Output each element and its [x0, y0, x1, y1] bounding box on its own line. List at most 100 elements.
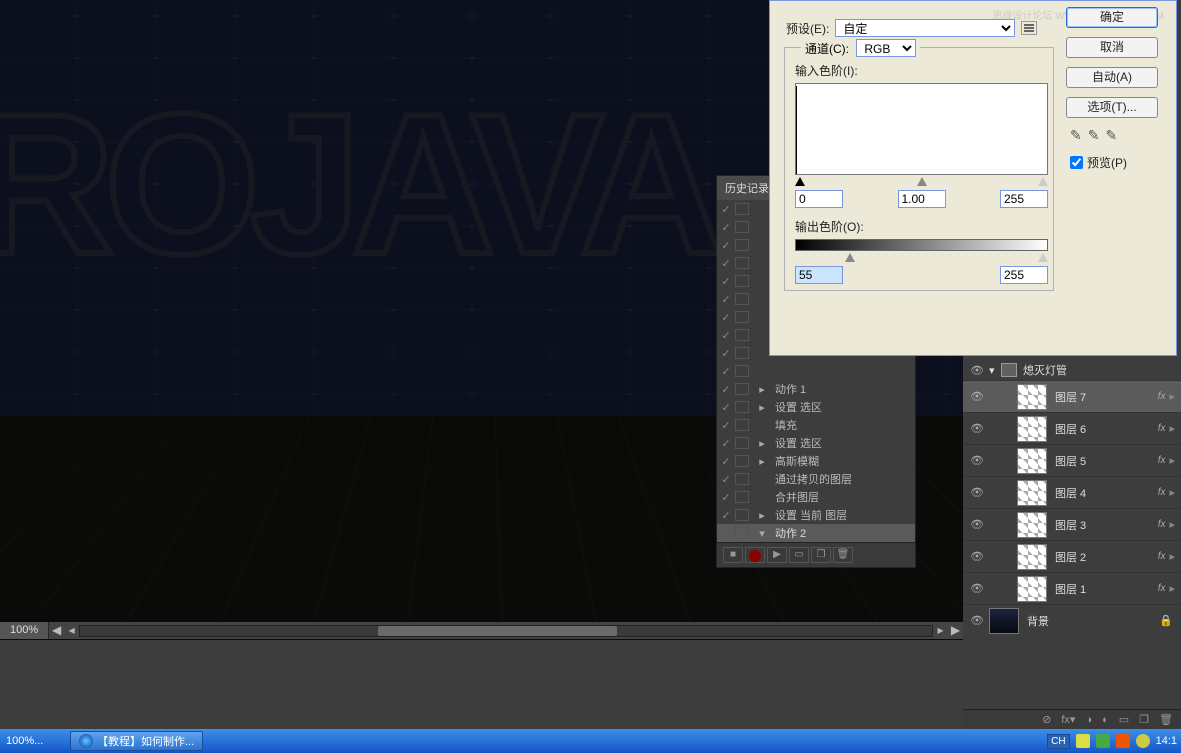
new-layer-icon[interactable]: ❐ [1139, 713, 1149, 726]
tray-icon[interactable] [1076, 734, 1090, 748]
group-icon[interactable]: ▭ [1119, 713, 1129, 726]
output-black-field[interactable] [795, 266, 843, 284]
preset-select[interactable]: 自定 [835, 19, 1015, 37]
visibility-icon[interactable]: 👁 [965, 486, 989, 499]
layer-name[interactable]: 图层 7 [1055, 389, 1158, 405]
options-button[interactable]: 选项(T)... [1066, 97, 1158, 118]
visibility-icon[interactable]: 👁 [965, 614, 989, 627]
chevron-icon[interactable]: ▸ [1169, 454, 1181, 467]
layer-thumb[interactable] [1017, 448, 1047, 474]
action-row[interactable]: ✓▸动作 1 [717, 380, 915, 398]
histogram[interactable] [795, 83, 1048, 175]
scroll-left-icon[interactable]: ◀ [49, 623, 64, 638]
clock[interactable]: 14:1 [1156, 735, 1177, 747]
input-white-field[interactable] [1000, 190, 1048, 208]
horizontal-scrollbar[interactable]: 100% ◀ ◂ ▸ ▶ [0, 622, 963, 639]
fx-badge[interactable]: fx [1158, 423, 1170, 434]
layer-thumb[interactable] [1017, 576, 1047, 602]
auto-button[interactable]: 自动(A) [1066, 67, 1158, 88]
action-row[interactable]: ✓通过拷贝的图层 [717, 470, 915, 488]
link-icon[interactable]: ⊘ [1042, 713, 1051, 726]
system-tray[interactable]: CH 14:1 [1047, 734, 1181, 749]
fx-badge[interactable]: fx [1158, 551, 1170, 562]
layer-row[interactable]: 👁图层 2fx▸ [963, 540, 1181, 572]
chevron-down-icon[interactable]: ▾ [989, 364, 1001, 377]
action-row[interactable]: ✓填充 [717, 416, 915, 434]
action-row[interactable]: ✓合并图层 [717, 488, 915, 506]
preview-label[interactable]: 预览(P) [1087, 154, 1127, 171]
chevron-icon[interactable]: ▸ [1169, 582, 1181, 595]
layer-name[interactable]: 图层 5 [1055, 453, 1158, 469]
scroll-right2-icon[interactable]: ▶ [948, 623, 963, 638]
visibility-icon[interactable]: 👁 [965, 422, 989, 435]
layer-thumb[interactable] [1017, 512, 1047, 538]
visibility-icon[interactable]: 👁 [965, 390, 989, 403]
visibility-icon[interactable]: 👁 [965, 364, 989, 377]
adjustment-icon[interactable]: ◐ [1102, 714, 1109, 726]
fx-badge[interactable]: fx [1158, 519, 1170, 530]
tray-icon[interactable] [1136, 734, 1150, 748]
action-row[interactable]: ✓ [717, 362, 915, 380]
visibility-icon[interactable]: 👁 [965, 550, 989, 563]
ok-button[interactable]: 确定 [1066, 7, 1158, 28]
chevron-icon[interactable]: ▸ [1169, 422, 1181, 435]
action-row-current[interactable]: ▾动作 2 [717, 524, 915, 542]
black-point-slider[interactable] [795, 177, 805, 186]
input-gamma-field[interactable] [898, 190, 946, 208]
layer-row-background[interactable]: 👁背景🔒 [963, 604, 1181, 636]
layer-name[interactable]: 图层 1 [1055, 581, 1158, 597]
tray-icon[interactable] [1116, 734, 1130, 748]
preview-checkbox[interactable] [1070, 156, 1083, 169]
new-set-button[interactable]: ▭ [789, 547, 809, 563]
layer-thumb[interactable] [1017, 416, 1047, 442]
mask-icon[interactable]: ◑ [1085, 714, 1092, 726]
channel-select[interactable]: RGB [856, 39, 916, 57]
layer-name[interactable]: 图层 2 [1055, 549, 1158, 565]
white-eyedropper-icon[interactable]: ✎ [1105, 127, 1117, 144]
zoom-level[interactable]: 100% [0, 622, 49, 639]
action-row[interactable]: ✓▸高斯模糊 [717, 452, 915, 470]
gray-eyedropper-icon[interactable]: ✎ [1088, 127, 1100, 144]
white-point-slider[interactable] [1038, 177, 1048, 186]
visibility-icon[interactable]: 👁 [965, 454, 989, 467]
scroll-thumb[interactable] [378, 626, 617, 636]
layer-name[interactable]: 图层 4 [1055, 485, 1158, 501]
fx-badge[interactable]: fx [1158, 487, 1170, 498]
layer-row[interactable]: 👁图层 6fx▸ [963, 412, 1181, 444]
new-action-button[interactable]: ❐ [811, 547, 831, 563]
fx-badge[interactable]: fx [1158, 391, 1170, 402]
scroll-right-icon[interactable]: ▸ [933, 623, 948, 638]
chevron-icon[interactable]: ▸ [1169, 486, 1181, 499]
layer-row[interactable]: 👁图层 3fx▸ [963, 508, 1181, 540]
chevron-icon[interactable]: ▸ [1169, 390, 1181, 403]
scroll-track[interactable] [79, 625, 933, 637]
taskbar[interactable]: 100%... 【教程】如何制作... CH 14:1 [0, 729, 1181, 753]
layer-name[interactable]: 图层 3 [1055, 517, 1158, 533]
layer-thumb[interactable] [1017, 480, 1047, 506]
layer-row[interactable]: 👁 图层 4fx▸ [963, 476, 1181, 508]
fx-icon[interactable]: fx▾ [1061, 713, 1075, 726]
language-indicator[interactable]: CH [1047, 734, 1069, 749]
visibility-icon[interactable]: 👁 [965, 582, 989, 595]
layer-row[interactable]: 👁 图层 7fx▸ [963, 380, 1181, 412]
gamma-slider[interactable] [917, 177, 927, 186]
lock-icon[interactable]: 🔒 [1159, 614, 1181, 627]
preset-menu-icon[interactable] [1021, 21, 1037, 35]
layer-thumb[interactable] [1017, 384, 1047, 410]
action-row[interactable]: ✓▸设置 选区 [717, 434, 915, 452]
action-row[interactable]: ✓▸设置 选区 [717, 398, 915, 416]
play-button[interactable]: ▶ [767, 547, 787, 563]
scroll-left2-icon[interactable]: ◂ [64, 623, 79, 638]
input-black-field[interactable] [795, 190, 843, 208]
tray-icon[interactable] [1096, 734, 1110, 748]
record-button[interactable] [745, 547, 765, 563]
cancel-button[interactable]: 取消 [1066, 37, 1158, 58]
chevron-icon[interactable]: ▸ [1169, 518, 1181, 531]
output-white-field[interactable] [1000, 266, 1048, 284]
fx-badge[interactable]: fx [1158, 455, 1170, 466]
ps-document-tab[interactable]: 100%... [0, 735, 62, 747]
layer-row[interactable]: 👁 图层 5fx▸ [963, 444, 1181, 476]
trash-button[interactable]: 🗑 [833, 547, 853, 563]
output-white-slider[interactable] [1038, 253, 1048, 262]
black-eyedropper-icon[interactable]: ✎ [1070, 127, 1082, 144]
